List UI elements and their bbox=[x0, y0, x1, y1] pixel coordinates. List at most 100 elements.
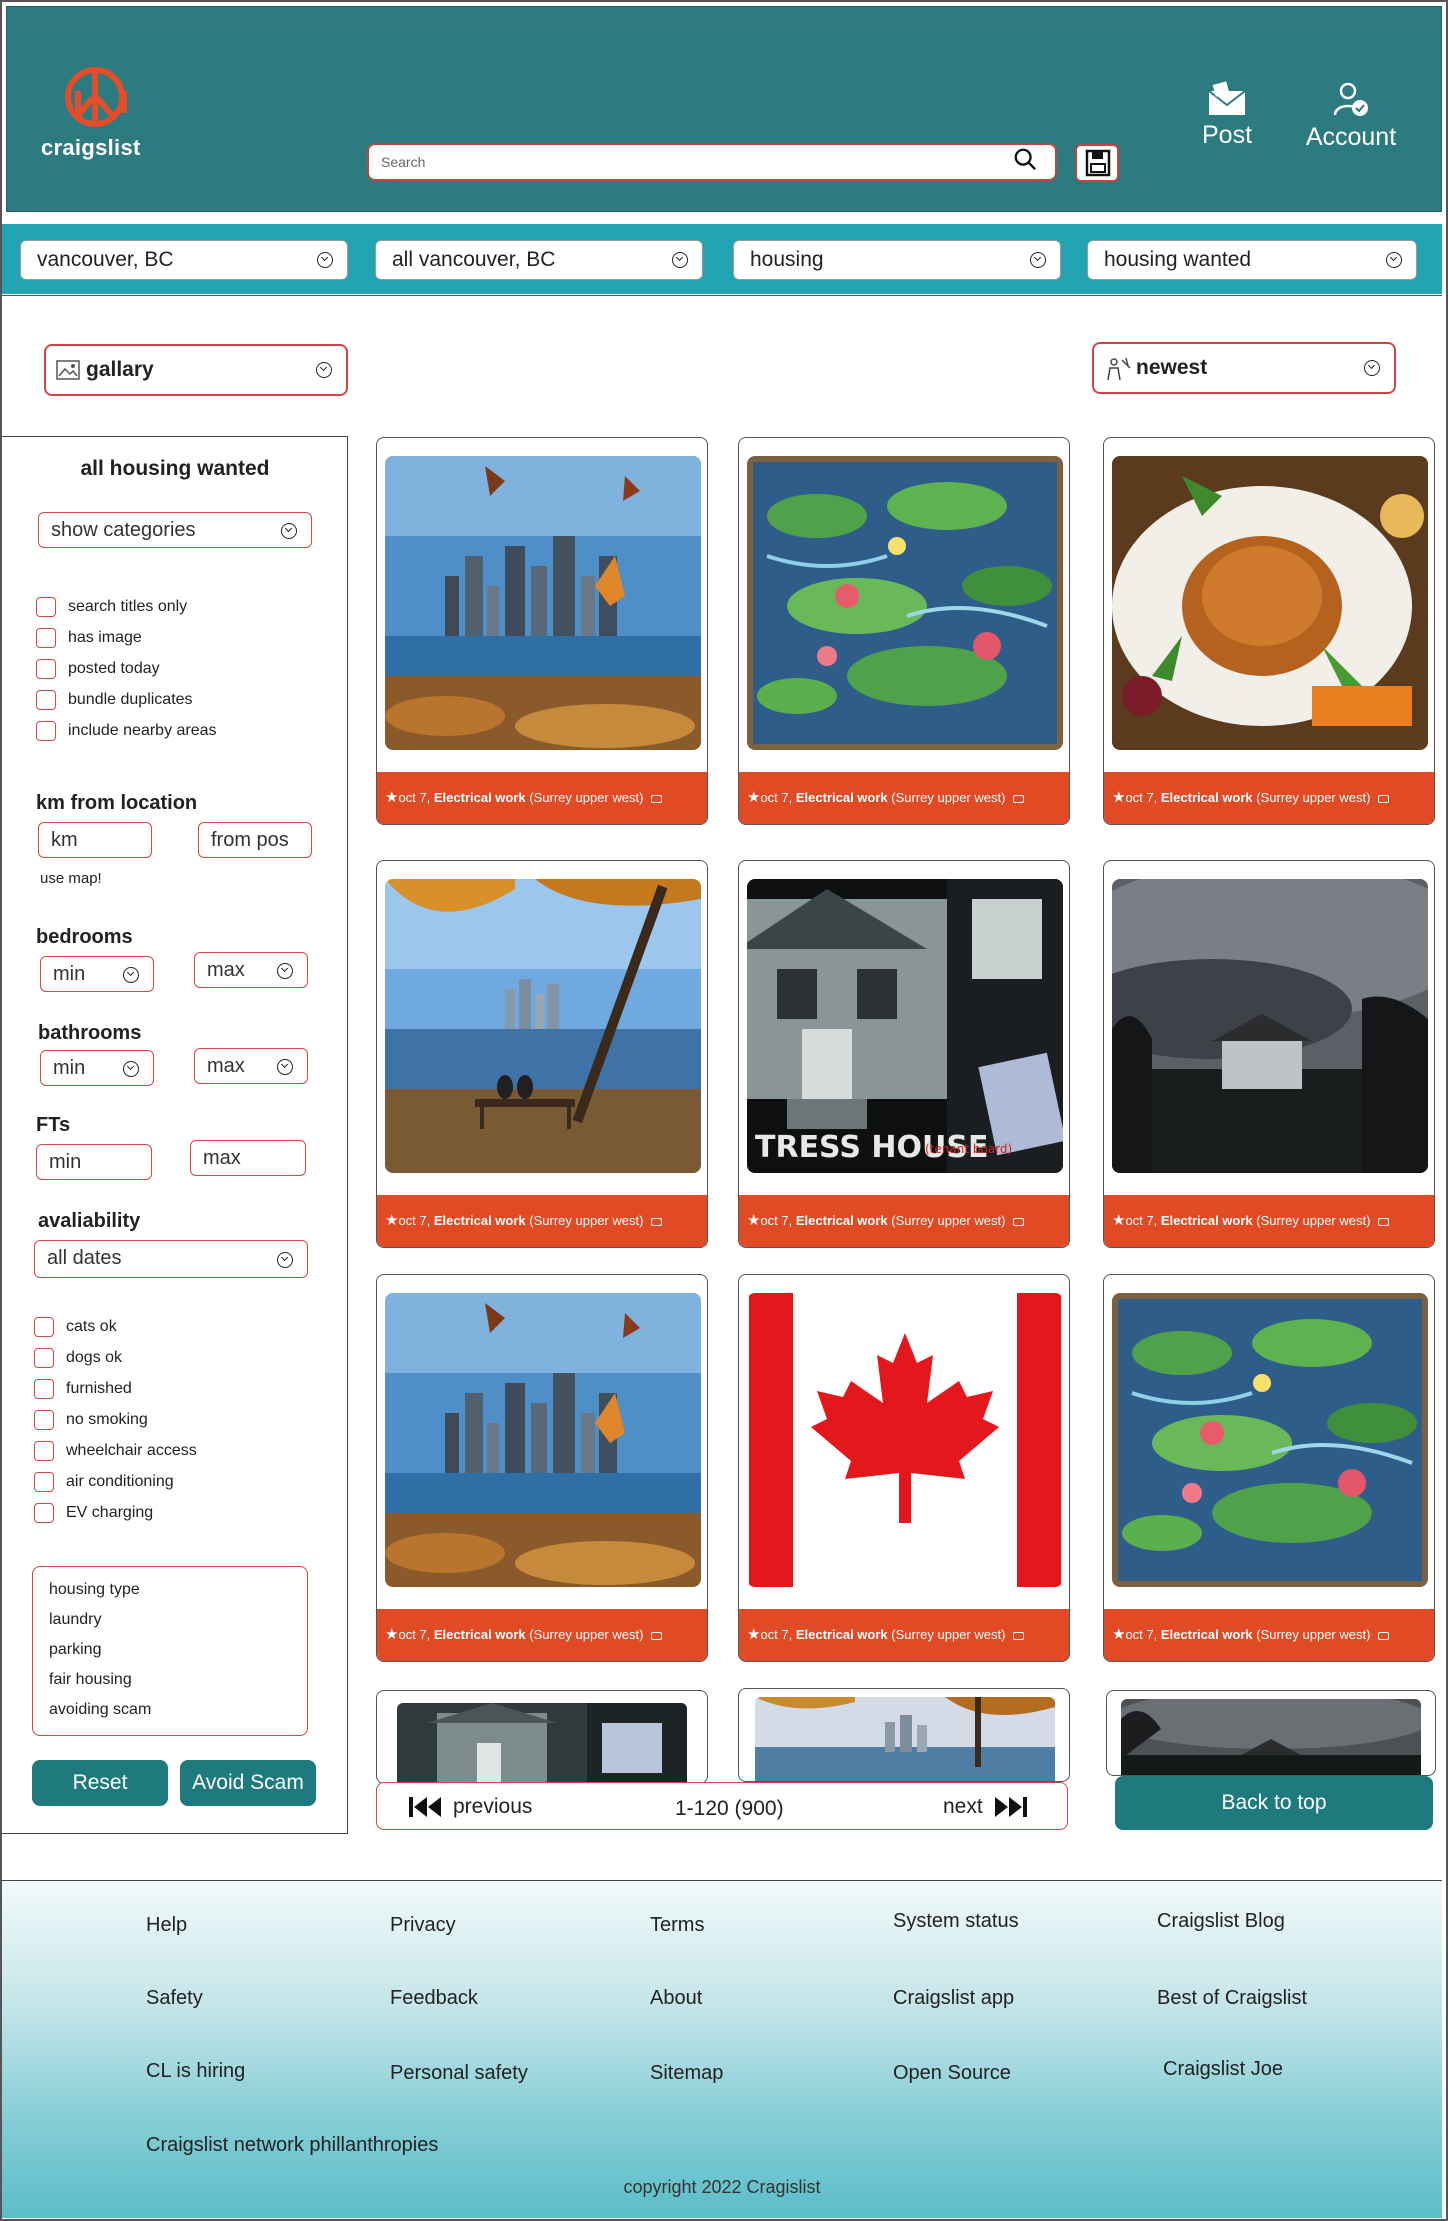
checkbox[interactable] bbox=[34, 1472, 54, 1492]
listing-card[interactable]: ★oct 7, Electrical work (Surrey upper we… bbox=[738, 437, 1070, 825]
back-to-top-button[interactable]: Back to top bbox=[1115, 1776, 1433, 1830]
peace-logo-icon[interactable] bbox=[65, 67, 125, 127]
footer-link[interactable]: Craigslist app bbox=[893, 1987, 1014, 2010]
listing-info-bar[interactable]: ★oct 7, Electrical work (Surrey upper we… bbox=[1104, 772, 1434, 824]
footer-link[interactable]: Feedback bbox=[390, 1987, 478, 2010]
footer-link[interactable]: Craigslist Joe bbox=[1163, 2058, 1283, 2081]
listing-card[interactable]: TRESS HOUSE (tenant board) ★oct 7, Electri… bbox=[738, 860, 1070, 1248]
lock-icon[interactable] bbox=[651, 1631, 663, 1640]
link-avoiding-scam[interactable]: avoiding scam bbox=[49, 1701, 151, 1719]
avoid-scam-button[interactable]: Avoid Scam bbox=[180, 1760, 316, 1806]
link-parking[interactable]: parking bbox=[49, 1641, 101, 1659]
lock-icon[interactable] bbox=[1378, 1631, 1390, 1640]
checkbox-row[interactable]: furnished bbox=[34, 1379, 132, 1399]
reset-button[interactable]: Reset bbox=[32, 1760, 168, 1806]
favorite-star-icon[interactable]: ★ bbox=[1112, 1212, 1125, 1229]
km-input[interactable]: km bbox=[38, 822, 152, 858]
footer-link[interactable]: Sitemap bbox=[650, 2062, 723, 2085]
view-mode-select[interactable]: gallary bbox=[44, 344, 348, 396]
previous-link[interactable]: previous bbox=[407, 1795, 532, 1819]
checkbox[interactable] bbox=[36, 721, 56, 741]
fts-min-input[interactable]: min bbox=[36, 1144, 152, 1180]
checkbox-row[interactable]: dogs ok bbox=[34, 1348, 122, 1368]
subcategory-select[interactable]: housing wanted bbox=[1087, 240, 1417, 280]
listing-card-partial[interactable] bbox=[376, 1690, 708, 1784]
footer-link[interactable]: Safety bbox=[146, 1987, 203, 2010]
listing-card[interactable]: ★oct 7, Electrical work (Surrey upper we… bbox=[376, 860, 708, 1248]
favorite-star-icon[interactable]: ★ bbox=[385, 1212, 398, 1229]
checkbox[interactable] bbox=[34, 1410, 54, 1430]
category-select[interactable]: housing bbox=[733, 240, 1061, 280]
favorite-star-icon[interactable]: ★ bbox=[1112, 1626, 1125, 1643]
availability-select[interactable]: all dates bbox=[34, 1240, 308, 1278]
favorite-star-icon[interactable]: ★ bbox=[747, 1212, 760, 1229]
listing-info-bar[interactable]: ★oct 7, Electrical work (Surrey upper we… bbox=[1104, 1609, 1434, 1661]
checkbox-row[interactable]: include nearby areas bbox=[36, 721, 217, 741]
sort-select[interactable]: newest bbox=[1092, 342, 1396, 394]
footer-link[interactable]: Personal safety bbox=[390, 2062, 528, 2085]
checkbox[interactable] bbox=[36, 597, 56, 617]
checkbox[interactable] bbox=[34, 1441, 54, 1461]
next-link[interactable]: next bbox=[943, 1795, 1029, 1819]
footer-link[interactable]: System status bbox=[893, 1910, 1019, 1933]
checkbox-row[interactable]: bundle duplicates bbox=[36, 690, 193, 710]
listing-card[interactable]: ★oct 7, Electrical work (Surrey upper we… bbox=[1103, 860, 1435, 1248]
checkbox-row[interactable]: air conditioning bbox=[34, 1472, 174, 1492]
listing-card-partial[interactable] bbox=[1106, 1690, 1436, 1776]
checkbox[interactable] bbox=[34, 1379, 54, 1399]
favorite-star-icon[interactable]: ★ bbox=[747, 789, 760, 806]
checkbox[interactable] bbox=[36, 690, 56, 710]
lock-icon[interactable] bbox=[1378, 1217, 1390, 1226]
checkbox-row[interactable]: cats ok bbox=[34, 1317, 117, 1337]
bathrooms-min-select[interactable]: min bbox=[40, 1050, 154, 1086]
search-input[interactable]: Search bbox=[367, 143, 1057, 181]
account-button[interactable]: Account bbox=[1291, 81, 1411, 152]
lock-icon[interactable] bbox=[651, 794, 663, 803]
link-laundry[interactable]: laundry bbox=[49, 1611, 101, 1629]
listing-card[interactable]: ★oct 7, Electrical work (Surrey upper we… bbox=[376, 1274, 708, 1662]
bedrooms-min-select[interactable]: min bbox=[40, 956, 154, 992]
checkbox-row[interactable]: search titles only bbox=[36, 597, 187, 617]
listing-card-partial[interactable] bbox=[738, 1688, 1070, 1782]
checkbox-row[interactable]: has image bbox=[36, 628, 142, 648]
checkbox-row[interactable]: wheelchair access bbox=[34, 1441, 197, 1461]
checkbox[interactable] bbox=[34, 1503, 54, 1523]
listing-card[interactable]: ★oct 7, Electrical work (Surrey upper we… bbox=[1103, 437, 1435, 825]
lock-icon[interactable] bbox=[651, 1217, 663, 1226]
footer-link[interactable]: About bbox=[650, 1987, 702, 2010]
link-housing-type[interactable]: housing type bbox=[49, 1581, 140, 1599]
listing-info-bar[interactable]: ★oct 7, Electrical work (Surrey upper we… bbox=[739, 772, 1069, 824]
footer-link-philanthropies[interactable]: Craigslist network phillanthropies bbox=[146, 2134, 438, 2157]
checkbox[interactable] bbox=[36, 659, 56, 679]
lock-icon[interactable] bbox=[1013, 794, 1025, 803]
bedrooms-max-select[interactable]: max bbox=[194, 952, 308, 988]
from-pos-input[interactable]: from pos bbox=[198, 822, 312, 858]
listing-card[interactable]: ★oct 7, Electrical work (Surrey upper we… bbox=[738, 1274, 1070, 1662]
listing-card[interactable]: ★oct 7, Electrical work (Surrey upper we… bbox=[1103, 1274, 1435, 1662]
favorite-star-icon[interactable]: ★ bbox=[385, 789, 398, 806]
footer-link[interactable]: Terms bbox=[650, 1914, 704, 1937]
footer-link[interactable]: Open Source bbox=[893, 2062, 1011, 2085]
checkbox-row[interactable]: EV charging bbox=[34, 1503, 153, 1523]
listing-info-bar[interactable]: ★oct 7, Electrical work (Surrey upper we… bbox=[739, 1195, 1069, 1247]
listing-info-bar[interactable]: ★oct 7, Electrical work (Surrey upper we… bbox=[1104, 1195, 1434, 1247]
favorite-star-icon[interactable]: ★ bbox=[385, 1626, 398, 1643]
lock-icon[interactable] bbox=[1378, 794, 1390, 803]
save-search-button[interactable] bbox=[1075, 144, 1119, 182]
footer-link[interactable]: Help bbox=[146, 1914, 187, 1937]
footer-link[interactable]: Craigslist Blog bbox=[1157, 1910, 1285, 1933]
checkbox-row[interactable]: posted today bbox=[36, 659, 160, 679]
footer-link[interactable]: CL is hiring bbox=[146, 2060, 245, 2083]
lock-icon[interactable] bbox=[1013, 1217, 1025, 1226]
checkbox[interactable] bbox=[34, 1348, 54, 1368]
lock-icon[interactable] bbox=[1013, 1631, 1025, 1640]
listing-info-bar[interactable]: ★oct 7, Electrical work (Surrey upper we… bbox=[377, 1195, 707, 1247]
bathrooms-max-select[interactable]: max bbox=[194, 1048, 308, 1084]
listing-info-bar[interactable]: ★oct 7, Electrical work (Surrey upper we… bbox=[377, 1609, 707, 1661]
footer-link[interactable]: Best of Craigslist bbox=[1157, 1987, 1307, 2010]
brand-name[interactable]: craigslist bbox=[41, 135, 141, 161]
checkbox[interactable] bbox=[34, 1317, 54, 1337]
checkbox-row[interactable]: no smoking bbox=[34, 1410, 148, 1430]
show-categories-select[interactable]: show categories bbox=[38, 512, 312, 548]
link-fair-housing[interactable]: fair housing bbox=[49, 1671, 132, 1689]
